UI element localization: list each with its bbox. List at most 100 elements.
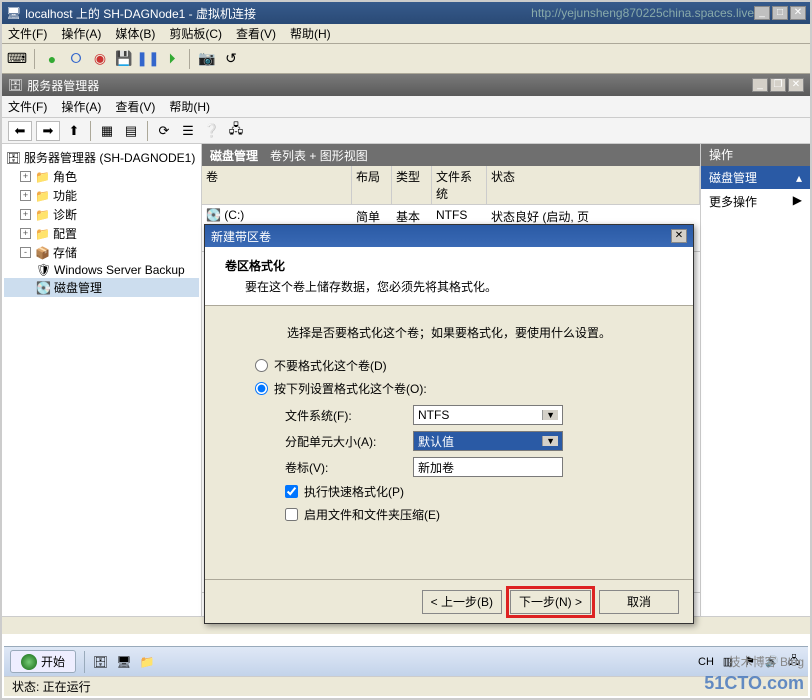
main-subhead: 卷列表 + 图形视图 xyxy=(270,147,368,164)
col-status[interactable]: 状态 xyxy=(487,166,700,204)
sm-close-button[interactable]: ✕ xyxy=(788,78,804,92)
taskbar-app-3[interactable]: 📁 xyxy=(139,655,154,669)
menu-media[interactable]: 媒体(B) xyxy=(115,25,155,42)
fs-select[interactable]: NTFS▼ xyxy=(413,405,563,425)
sm-titlebar: 🗄 服务器管理器 _ ❐ ✕ xyxy=(2,74,810,96)
menu-clipboard[interactable]: 剪贴板(C) xyxy=(169,25,222,42)
refresh-icon[interactable]: ⟳ xyxy=(154,121,174,141)
sm-title-text: 服务器管理器 xyxy=(27,77,99,94)
radio-format[interactable] xyxy=(255,382,268,395)
save-icon[interactable]: 💾 xyxy=(115,50,133,68)
tree-storage[interactable]: -📦存储 xyxy=(4,243,199,262)
radio-format-label: 按下列设置格式化这个卷(O): xyxy=(274,380,427,397)
menu-action[interactable]: 操作(A) xyxy=(61,25,101,42)
cancel-button[interactable]: 取消 xyxy=(599,590,679,614)
menu-file[interactable]: 文件(F) xyxy=(8,25,47,42)
collapse-icon[interactable]: ▴ xyxy=(796,171,802,185)
col-fs[interactable]: 文件系统 xyxy=(432,166,487,204)
watermark-sub: 技术博客 Blog xyxy=(729,653,804,670)
vm-menubar: 文件(F) 操作(A) 媒体(B) 剪贴板(C) 查看(V) 帮助(H) xyxy=(2,24,810,44)
sm-icon: 🗄 xyxy=(8,78,23,92)
tree-diskmgmt[interactable]: 💽磁盘管理 xyxy=(4,278,199,297)
vm-icon: 🖥 xyxy=(6,6,21,20)
revert-icon[interactable]: ↺ xyxy=(222,50,240,68)
chevron-right-icon: ▶ xyxy=(793,193,802,210)
actions-heading: 操作 xyxy=(701,144,810,166)
sm-minimize-button[interactable]: _ xyxy=(752,78,768,92)
wizard-titlebar: 新建带区卷 ✕ xyxy=(205,225,693,247)
tree-roles[interactable]: +📁角色 xyxy=(4,167,199,186)
main-heading: 磁盘管理 xyxy=(210,147,258,164)
vm-title-text: localhost 上的 SH-DAGNode1 - 虚拟机连接 xyxy=(25,5,256,22)
sm-menu-file[interactable]: 文件(F) xyxy=(8,98,47,115)
alloc-label: 分配单元大小(A): xyxy=(285,433,405,450)
taskbar-app-2[interactable]: 🖥 xyxy=(116,655,131,669)
tree-features[interactable]: +📁功能 xyxy=(4,186,199,205)
properties-icon[interactable]: ☰ xyxy=(178,121,198,141)
compress-checkbox[interactable] xyxy=(285,508,298,521)
quick-format-label: 执行快速格式化(P) xyxy=(304,483,404,500)
nav-forward-icon[interactable]: ➡ xyxy=(36,121,60,141)
sm-menubar: 文件(F) 操作(A) 查看(V) 帮助(H) xyxy=(2,96,810,118)
start-button[interactable]: 开始 xyxy=(10,650,76,673)
actions-sub: 磁盘管理▴ xyxy=(701,166,810,189)
nav-back-icon[interactable]: ⬅ xyxy=(8,121,32,141)
help-icon[interactable]: ❔ xyxy=(202,121,222,141)
shutdown-icon[interactable]: ◉ xyxy=(91,50,109,68)
wizard-dialog: 新建带区卷 ✕ 卷区格式化 要在这个卷上储存数据，您必须先将其格式化。 选择是否… xyxy=(204,224,694,624)
col-volume[interactable]: 卷 xyxy=(202,166,352,204)
sm-menu-help[interactable]: 帮助(H) xyxy=(169,98,210,115)
back-button[interactable]: < 上一步(B) xyxy=(422,590,502,614)
taskbar-app-1[interactable]: 🗄 xyxy=(93,655,108,669)
quick-format-checkbox[interactable] xyxy=(285,485,298,498)
vol-label: 卷标(V): xyxy=(285,459,405,476)
wizard-subheading: 要在这个卷上储存数据，您必须先将其格式化。 xyxy=(225,278,673,295)
pause-icon[interactable]: ❚❚ xyxy=(139,50,157,68)
col-layout[interactable]: 布局 xyxy=(352,166,392,204)
wizard-heading: 卷区格式化 xyxy=(225,259,285,273)
sm-menu-view[interactable]: 查看(V) xyxy=(115,98,155,115)
more-actions[interactable]: 更多操作▶ xyxy=(701,189,810,214)
turnoff-icon[interactable]: ⭘ xyxy=(67,50,85,68)
compress-label: 启用文件和文件夹压缩(E) xyxy=(304,506,440,523)
close-button[interactable]: ✕ xyxy=(790,6,806,20)
sm-toolbar: ⬅ ➡ ⬆ ▦ ▤ ⟳ ☰ ❔ 🖧 xyxy=(2,118,810,144)
vm-toolbar: ⌨ ● ⭘ ◉ 💾 ❚❚ ⏵ 📷 ↺ xyxy=(2,44,810,74)
tree-wsb[interactable]: 🛡Windows Server Backup xyxy=(4,262,199,278)
col-type[interactable]: 类型 xyxy=(392,166,432,204)
alloc-select[interactable]: 默认值▼ xyxy=(413,431,563,451)
tree-root[interactable]: 🗄服务器管理器 (SH-DAGNODE1) xyxy=(4,148,199,167)
tree-config[interactable]: +📁配置 xyxy=(4,224,199,243)
extra-icon[interactable]: 🖧 xyxy=(226,121,246,141)
maximize-button[interactable]: □ xyxy=(772,6,788,20)
fs-label: 文件系统(F): xyxy=(285,407,405,424)
wizard-hint: 选择是否要格式化这个卷；如果要格式化，要使用什么设置。 xyxy=(235,324,663,341)
view-icon-2[interactable]: ▤ xyxy=(121,121,141,141)
tree-diagnostics[interactable]: +📁诊断 xyxy=(4,205,199,224)
wizard-close-button[interactable]: ✕ xyxy=(671,229,687,243)
next-button[interactable]: 下一步(N) > xyxy=(510,590,591,614)
taskbar: 开始 🗄 🖥 📁 CH ▥ ⚑ 🔊 🖧 xyxy=(4,646,808,676)
ctrl-alt-del-icon[interactable]: ⌨ xyxy=(8,50,26,68)
up-icon[interactable]: ⬆ xyxy=(64,121,84,141)
snapshot-icon[interactable]: 📷 xyxy=(198,50,216,68)
radio-no-format[interactable] xyxy=(255,359,268,372)
sm-maximize-button[interactable]: ❐ xyxy=(770,78,786,92)
ime-indicator[interactable]: CH xyxy=(698,654,714,670)
menu-help[interactable]: 帮助(H) xyxy=(290,25,331,42)
menu-view[interactable]: 查看(V) xyxy=(236,25,276,42)
windows-orb-icon xyxy=(21,654,37,670)
chevron-down-icon: ▼ xyxy=(542,436,558,446)
vm-url: http://yejunsheng870225china.spaces.live xyxy=(531,6,754,20)
reset-icon[interactable]: ⏵ xyxy=(163,50,181,68)
vm-titlebar: 🖥 localhost 上的 SH-DAGNode1 - 虚拟机连接 http:… xyxy=(2,2,810,24)
view-icon-1[interactable]: ▦ xyxy=(97,121,117,141)
start-icon[interactable]: ● xyxy=(43,50,61,68)
radio-no-format-label: 不要格式化这个卷(D) xyxy=(274,357,387,374)
sm-menu-action[interactable]: 操作(A) xyxy=(61,98,101,115)
vm-status-text: 状态: 正在运行 xyxy=(12,678,91,695)
watermark: 51CTO.com xyxy=(704,673,804,694)
minimize-button[interactable]: _ xyxy=(754,6,770,20)
chevron-down-icon: ▼ xyxy=(542,410,558,420)
vol-input[interactable] xyxy=(413,457,563,477)
